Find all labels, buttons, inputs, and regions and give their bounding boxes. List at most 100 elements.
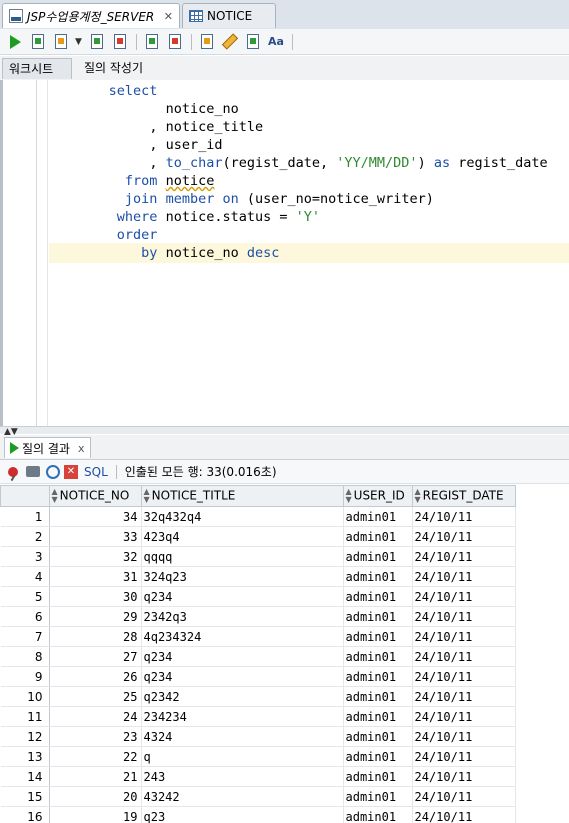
cell-notice-no[interactable]: 21 [49,766,142,787]
cell-user-id[interactable]: admin01 [343,606,413,627]
cell-user-id[interactable]: admin01 [343,646,413,667]
refresh-icon[interactable] [46,464,60,479]
cell-regist-date[interactable]: 24/10/11 [412,766,516,787]
cell-user-id[interactable]: admin01 [343,726,413,747]
sql-tuning-button[interactable] [198,33,216,51]
cell-notice-title[interactable]: 2342q3 [141,606,344,627]
cell-notice-no[interactable]: 23 [49,726,142,747]
cell-regist-date[interactable]: 24/10/11 [412,666,516,687]
close-icon[interactable]: ✕ [164,10,173,23]
table-row[interactable]: 9 26 q234 admin01 24/10/11 [0,666,516,687]
commit-transaction-button[interactable] [143,33,161,51]
sql-code[interactable]: select notice_no , notice_title , user_i… [3,82,548,262]
code-line[interactable]: from notice [3,172,548,190]
cell-notice-no[interactable]: 30 [49,586,142,607]
tab-worksheet[interactable]: 워크시트 [2,58,72,79]
cell-regist-date[interactable]: 24/10/11 [412,806,516,823]
table-row[interactable]: 2 33 423q4 admin01 24/10/11 [0,526,516,547]
cell-notice-title[interactable]: 4324 [141,726,344,747]
cell-user-id[interactable]: admin01 [343,666,413,687]
cell-notice-title[interactable]: qqqq [141,546,344,567]
rollback-button[interactable] [166,33,184,51]
cell-regist-date[interactable]: 24/10/11 [412,786,516,807]
cell-user-id[interactable]: admin01 [343,506,413,527]
cell-regist-date[interactable]: 24/10/11 [412,626,516,647]
pane-splitter[interactable] [0,426,569,434]
cell-regist-date[interactable]: 24/10/11 [412,646,516,667]
code-line[interactable]: , notice_title [3,118,548,136]
cell-notice-no[interactable]: 24 [49,706,142,727]
explain-plan-button[interactable] [88,33,106,51]
table-row[interactable]: 5 30 q234 admin01 24/10/11 [0,586,516,607]
sql-editor[interactable]: select notice_no , notice_title , user_i… [0,80,569,426]
table-row[interactable]: 16 19 q23 admin01 24/10/11 [0,806,516,823]
cell-notice-no[interactable]: 31 [49,566,142,587]
cell-regist-date[interactable]: 24/10/11 [412,686,516,707]
cell-notice-title[interactable]: 43242 [141,786,344,807]
print-icon[interactable] [26,466,40,477]
cell-regist-date[interactable]: 24/10/11 [412,746,516,767]
cell-user-id[interactable]: admin01 [343,806,413,823]
code-line[interactable]: , user_id [3,136,548,154]
cell-user-id[interactable]: admin01 [343,586,413,607]
close-icon[interactable]: x [78,442,85,455]
cell-notice-title[interactable]: q23 [141,806,344,823]
cell-notice-title[interactable]: 4q234324 [141,626,344,647]
cell-user-id[interactable]: admin01 [343,746,413,767]
cell-notice-title[interactable]: 324q23 [141,566,344,587]
cell-user-id[interactable]: admin01 [343,546,413,567]
clear-button[interactable] [221,33,239,51]
cell-notice-title[interactable]: q234 [141,646,344,667]
cell-notice-title[interactable]: q234 [141,586,344,607]
column-header-regist-date[interactable]: ▲ ▼ REGIST_DATE [411,485,516,507]
cell-notice-title[interactable]: 32q432q4 [141,506,344,527]
cell-regist-date[interactable]: 24/10/11 [412,546,516,567]
sql-link[interactable]: SQL [84,465,108,479]
commit-button[interactable] [52,33,70,51]
table-row[interactable]: 11 24 234234 admin01 24/10/11 [0,706,516,727]
cell-notice-no[interactable]: 34 [49,506,142,527]
chevron-down-icon[interactable]: ▼ [75,37,82,47]
cell-notice-no[interactable]: 27 [49,646,142,667]
autotrace-button[interactable] [111,33,129,51]
cell-notice-no[interactable]: 29 [49,606,142,627]
history-button[interactable] [244,33,262,51]
cell-notice-no[interactable]: 20 [49,786,142,807]
code-line[interactable]: , to_char(regist_date, 'YY/MM/DD') as re… [3,154,547,172]
cell-user-id[interactable]: admin01 [343,566,413,587]
code-line[interactable]: join member on (user_no=notice_writer) [3,190,548,208]
cell-notice-title[interactable]: q [141,746,344,767]
table-row[interactable]: 1 34 32q432q4 admin01 24/10/11 [0,506,516,527]
cell-notice-no[interactable]: 26 [49,666,142,687]
cell-notice-title[interactable]: 234234 [141,706,344,727]
table-row[interactable]: 14 21 243 admin01 24/10/11 [0,766,516,787]
code-line[interactable]: select [3,82,548,100]
code-line[interactable]: notice_no [3,100,548,118]
cell-user-id[interactable]: admin01 [343,786,413,807]
cell-user-id[interactable]: admin01 [343,766,413,787]
format-case-button[interactable]: Aa [267,33,285,51]
cell-user-id[interactable]: admin01 [343,706,413,727]
table-row[interactable]: 4 31 324q23 admin01 24/10/11 [0,566,516,587]
table-row[interactable]: 6 29 2342q3 admin01 24/10/11 [0,606,516,627]
table-row[interactable]: 12 23 4324 admin01 24/10/11 [0,726,516,747]
tab-query-builder[interactable]: 질의 작성기 [78,58,149,79]
table-row[interactable]: 3 32 qqqq admin01 24/10/11 [0,546,516,567]
tab-sql-worksheet[interactable]: JSP수업용계정_SERVER ✕ [2,3,180,28]
cell-regist-date[interactable]: 24/10/11 [412,586,516,607]
table-row[interactable]: 13 22 q admin01 24/10/11 [0,746,516,767]
column-header-notice-no[interactable]: ▲ ▼ NOTICE_NO [48,485,142,507]
cell-notice-title[interactable]: q234 [141,666,344,687]
code-line[interactable]: where notice.status = 'Y' [3,208,548,226]
results-grid[interactable]: ▲ ▼ NOTICE_NO ▲ ▼ NOTICE_TITLE ▲ ▼ USER_ID ▲ ▼ R… [0,485,569,823]
cell-notice-no[interactable]: 22 [49,746,142,767]
cell-regist-date[interactable]: 24/10/11 [412,566,516,587]
run-statement-button[interactable] [6,33,24,51]
column-header-notice-title[interactable]: ▲ ▼ NOTICE_TITLE [140,485,344,507]
cell-user-id[interactable]: admin01 [343,626,413,647]
cell-notice-no[interactable]: 32 [49,546,142,567]
run-script-button[interactable] [29,33,47,51]
column-header-user-id[interactable]: ▲ ▼ USER_ID [342,485,413,507]
cell-notice-no[interactable]: 19 [49,806,142,823]
cancel-icon[interactable]: ✕ [64,464,78,479]
